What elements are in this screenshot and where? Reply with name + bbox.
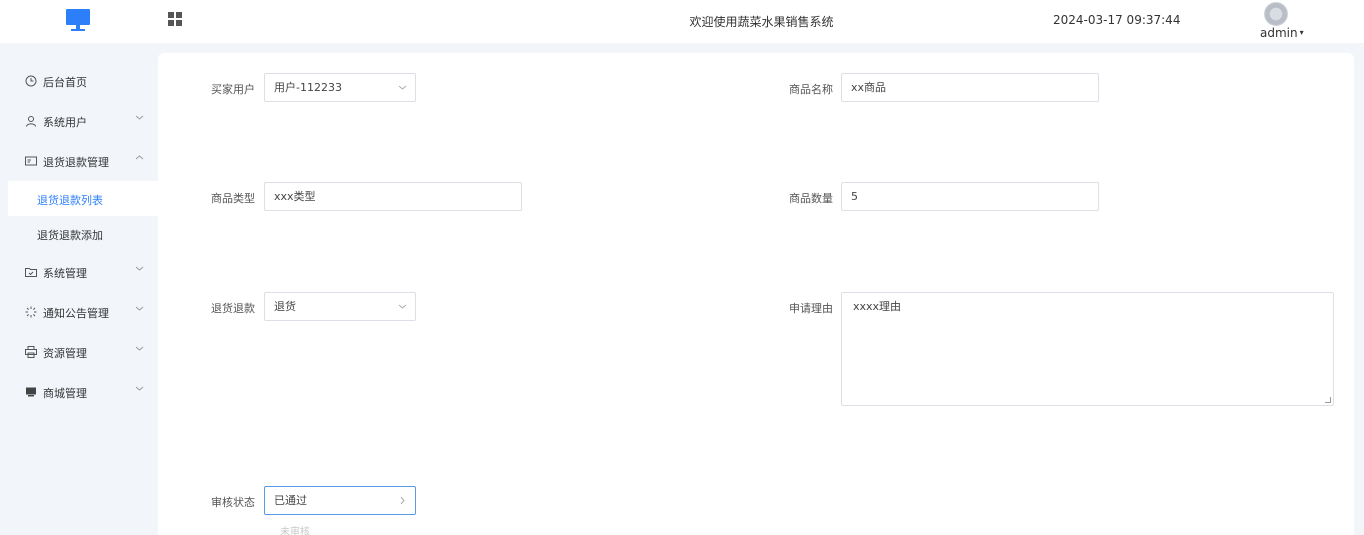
- card-icon: [25, 155, 37, 167]
- username-label: admin: [1260, 26, 1298, 40]
- avatar[interactable]: [1264, 2, 1288, 26]
- sidebar-item-label: 资源管理: [43, 347, 87, 360]
- buyer-label: 买家用户: [211, 83, 255, 96]
- chevron-right-icon: [398, 487, 407, 525]
- chevron-down-icon: [398, 293, 407, 331]
- chevron-down-icon: [398, 74, 407, 112]
- status-select[interactable]: 已通过: [264, 486, 416, 515]
- resize-handle-icon[interactable]: [1325, 397, 1331, 403]
- sidebar-item-label: 系统管理: [43, 267, 87, 280]
- reason-textarea[interactable]: xxxx理由: [841, 292, 1334, 406]
- sidebar-item-label: 通知公告管理: [43, 307, 109, 320]
- product-type-input[interactable]: xxx类型: [264, 182, 522, 211]
- user-menu[interactable]: admin ▾: [1260, 26, 1304, 40]
- sidebar-subitem-refund-add[interactable]: 退货退款添加: [8, 216, 158, 251]
- printer-icon: [25, 346, 37, 358]
- sidebar-item-label: 商城管理: [43, 387, 87, 400]
- sidebar-item-label: 退货退款管理: [43, 156, 109, 169]
- sidebar-item-refund-management[interactable]: 退货退款管理: [0, 141, 158, 181]
- chevron-down-icon: [135, 304, 144, 316]
- sidebar-subitem-label: 退货退款添加: [37, 229, 103, 242]
- reason-label: 申请理由: [789, 302, 833, 315]
- status-dropdown-option[interactable]: 未审核: [280, 523, 310, 535]
- sidebar-item-mall[interactable]: 商城管理: [0, 372, 158, 412]
- sidebar-subitem-refund-list[interactable]: 退货退款列表: [8, 181, 158, 216]
- refund-type-label: 退货退款: [211, 302, 255, 315]
- sidebar: 后台首页 系统用户 退货退款管理 退货退款列表 退货退款添加 系统管理 通知公告…: [0, 43, 158, 535]
- header-title: 欢迎使用蔬菜水果销售系统: [689, 15, 834, 29]
- spinner-icon: [25, 306, 37, 318]
- product-name-label: 商品名称: [789, 83, 833, 96]
- chevron-down-icon: [135, 384, 144, 396]
- top-header: 欢迎使用蔬菜水果销售系统 2024-03-17 09:37:44 admin ▾: [0, 0, 1364, 43]
- form-card: 买家用户 用户-112233 商品名称 xx商品 商品类型 xxx类型 商品数量…: [158, 53, 1354, 535]
- chevron-down-icon: [135, 344, 144, 356]
- sidebar-item-resources[interactable]: 资源管理: [0, 332, 158, 372]
- sidebar-item-label: 后台首页: [43, 76, 87, 89]
- refund-type-value: 退货: [274, 300, 296, 313]
- reason-value: xxxx理由: [853, 300, 902, 313]
- product-name-input[interactable]: xx商品: [841, 73, 1099, 102]
- sidebar-item-system[interactable]: 系统管理: [0, 252, 158, 292]
- quantity-label: 商品数量: [789, 192, 833, 205]
- buyer-value: 用户-112233: [274, 81, 342, 94]
- status-value: 已通过: [274, 494, 307, 507]
- grid-menu-icon[interactable]: [168, 12, 183, 27]
- user-icon: [25, 115, 37, 127]
- chevron-up-icon: [135, 153, 144, 165]
- caret-down-icon: ▾: [1299, 28, 1304, 37]
- chevron-down-icon: [135, 264, 144, 276]
- clock-icon: [25, 75, 37, 87]
- status-label: 审核状态: [211, 496, 255, 509]
- sidebar-item-home[interactable]: 后台首页: [0, 61, 158, 101]
- chevron-down-icon: [135, 113, 144, 125]
- refund-type-select[interactable]: 退货: [264, 292, 416, 321]
- folder-icon: [25, 266, 37, 278]
- page-scrollbar[interactable]: [1354, 43, 1364, 535]
- sidebar-item-users[interactable]: 系统用户: [0, 101, 158, 141]
- header-datetime: 2024-03-17 09:37:44: [1053, 13, 1181, 27]
- quantity-input[interactable]: 5: [841, 182, 1099, 211]
- sidebar-item-notice[interactable]: 通知公告管理: [0, 292, 158, 332]
- product-type-label: 商品类型: [211, 192, 255, 205]
- monitor-icon: [25, 386, 37, 398]
- sidebar-subitem-label: 退货退款列表: [37, 194, 103, 207]
- monitor-logo-icon: [66, 9, 90, 32]
- buyer-select[interactable]: 用户-112233: [264, 73, 416, 102]
- sidebar-item-label: 系统用户: [43, 116, 87, 129]
